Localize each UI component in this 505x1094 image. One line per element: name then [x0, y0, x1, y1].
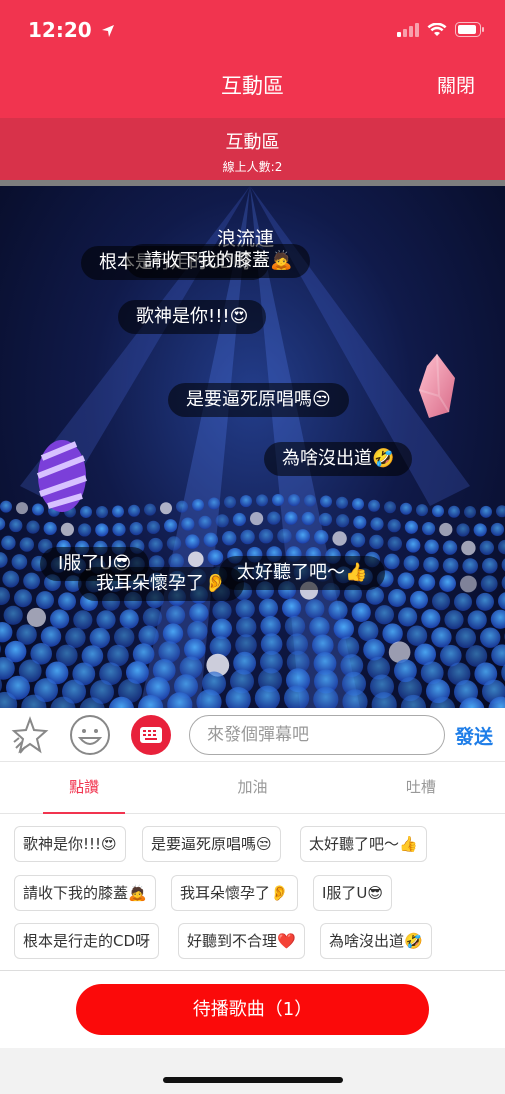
phrase-chip[interactable]: 歌神是你!!!😍 — [14, 826, 126, 862]
comment-bar: 發送 — [0, 708, 505, 762]
quick-phrases: 歌神是你!!!😍 是要逼死原唱嗎😒 太好聽了吧～👍 請收下我的膝蓋🙇 我耳朵懷孕… — [0, 814, 505, 970]
navigation-arrow-icon — [101, 25, 114, 37]
room-title: 互動區 — [225, 132, 280, 153]
close-button[interactable]: 關閉 — [437, 71, 475, 98]
tab-cheer[interactable]: 加油 — [168, 762, 336, 813]
wifi-icon — [427, 22, 447, 36]
danmaku-item: 歌神是你!!!😍 — [118, 300, 267, 334]
tab-like[interactable]: 點讚 — [0, 762, 168, 814]
send-button[interactable]: 發送 — [455, 722, 493, 749]
sparkle-icon[interactable] — [10, 714, 52, 756]
danmaku-item: 為啥沒出道🤣 — [264, 442, 413, 476]
danmaku-item: 太好聽了吧～👍 — [219, 556, 386, 590]
status-icons — [397, 22, 485, 37]
tab-roast[interactable]: 吐槽 — [337, 762, 505, 813]
phrase-chip[interactable]: 太好聽了吧～👍 — [300, 826, 427, 862]
phrase-chip[interactable]: 是要逼死原唱嗎😒 — [142, 826, 281, 862]
stage-lights — [0, 494, 505, 708]
gem-right — [418, 353, 455, 418]
danmaku-input[interactable] — [189, 715, 445, 755]
battery-icon — [455, 22, 484, 37]
smiley-icon[interactable] — [69, 714, 111, 756]
home-indicator — [163, 1077, 343, 1083]
queued-songs-button[interactable]: 待播歌曲（1） — [76, 984, 429, 1035]
stage: 根本是行走的CD呀 浪流連 請收下我的膝蓋🙇 歌神是你!!!😍 是要逼死原唱嗎😒… — [0, 186, 505, 708]
gem-left — [36, 440, 87, 512]
bottom-area — [0, 1048, 505, 1094]
page-title: 互動區 — [221, 74, 284, 98]
phrase-tabs: 點讚 加油 吐槽 — [0, 762, 505, 814]
phrase-chip[interactable]: 好聽到不合理❤️ — [178, 923, 305, 959]
phrase-chip[interactable]: 為啥沒出道🤣 — [320, 923, 432, 959]
phrase-chip[interactable]: 請收下我的膝蓋🙇 — [14, 875, 156, 911]
divider — [0, 970, 505, 971]
online-count: 線上人數:2 — [222, 160, 283, 174]
top-bar: 12:20 互動區 關閉 — [0, 0, 505, 118]
signal-icon — [397, 22, 419, 37]
room-header: 互動區 線上人數:2 — [0, 118, 505, 180]
phrase-chip[interactable]: 根本是行走的CD呀 — [14, 923, 160, 959]
phrase-chip[interactable]: 我耳朵懷孕了👂 — [171, 875, 298, 911]
keyboard-icon[interactable] — [130, 714, 172, 756]
status-time: 12:20 — [28, 18, 115, 42]
danmaku-item: 是要逼死原唱嗎😒 — [168, 383, 349, 417]
danmaku-item: 請收下我的膝蓋🙇 — [126, 244, 311, 278]
phrase-chip[interactable]: I服了U😎 — [313, 875, 393, 911]
